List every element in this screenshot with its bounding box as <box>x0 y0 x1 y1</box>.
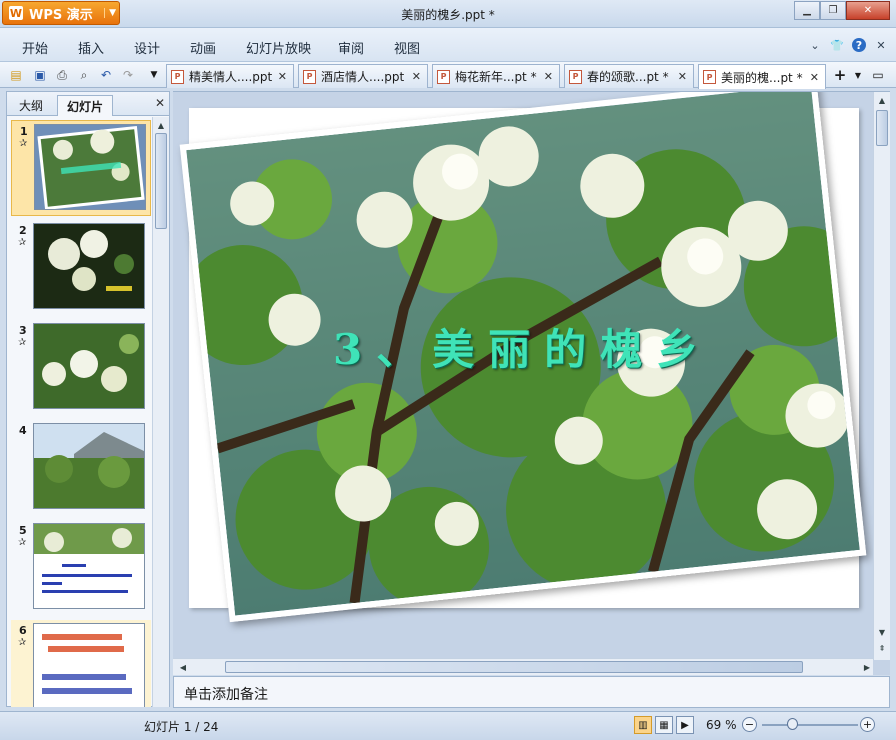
skin-icon[interactable]: 👕 <box>830 38 844 52</box>
scrollbar-thumb[interactable] <box>155 133 167 229</box>
menu-view[interactable]: 视图 <box>394 38 420 57</box>
zoom-slider-handle[interactable] <box>787 718 798 730</box>
slide-thumbnail-5[interactable]: 5 ✰ <box>11 520 151 616</box>
notes-placeholder: 单击添加备注 <box>184 687 268 703</box>
slide-vertical-scrollbar[interactable]: ▲ ▼ ⇞ <box>873 92 890 660</box>
tab-slides[interactable]: 幻灯片 <box>57 95 114 116</box>
thumbnail-list: 1 ✰ 2 ✰ 3 ✰ 4 5 ✰ 6 ✰ <box>7 117 151 707</box>
ppt-file-icon: P <box>171 69 184 84</box>
slideshow-icon[interactable]: ▶ <box>676 716 694 734</box>
scroll-left-icon[interactable]: ◀ <box>175 659 191 675</box>
save-icon[interactable]: ▣ <box>32 67 48 83</box>
thumbnail-image <box>33 523 145 609</box>
slide-photo[interactable]: 3、美丽的槐乡 <box>179 92 867 623</box>
notes-pane[interactable]: 单击添加备注 <box>173 676 890 708</box>
previous-slide-icon[interactable]: ⇞ <box>874 640 890 656</box>
print-preview-icon[interactable]: ⌕ <box>76 67 92 83</box>
slide-thumbnail-1[interactable]: 1 ✰ <box>11 120 151 216</box>
close-icon[interactable]: ✕ <box>155 96 165 110</box>
scroll-up-icon[interactable]: ▲ <box>153 117 169 133</box>
thumbnail-image <box>33 323 145 409</box>
close-icon[interactable]: ✕ <box>810 71 819 84</box>
slide-canvas[interactable]: 3、美丽的槐乡 ▲ ▼ ⇞ ◀ ▶ <box>173 91 890 675</box>
redo-icon[interactable]: ↷ <box>120 67 136 83</box>
slide-thumbnail-3[interactable]: 3 ✰ <box>11 320 151 416</box>
chevron-down-icon[interactable]: ⌄ <box>808 38 822 52</box>
scrollbar-thumb[interactable] <box>876 110 888 146</box>
menu-insert[interactable]: 插入 <box>78 38 104 57</box>
zoom-in-button[interactable]: + <box>860 717 875 732</box>
slide-horizontal-scrollbar[interactable]: ◀ ▶ <box>173 658 873 675</box>
animation-star-icon: ✰ <box>18 537 27 548</box>
normal-view-icon[interactable]: ▥ <box>634 716 652 734</box>
close-doc-icon[interactable]: ✕ <box>874 38 888 52</box>
ppt-file-icon: P <box>703 70 716 84</box>
thumbnail-image <box>33 623 145 707</box>
scroll-right-icon[interactable]: ▶ <box>859 659 875 675</box>
tab-doc-2[interactable]: P 酒店情人....ppt ✕ <box>298 64 428 88</box>
new-tab-icon[interactable]: + <box>832 66 848 84</box>
window-title: 美丽的槐乡.ppt * <box>401 8 495 22</box>
slide-thumbnail-4[interactable]: 4 <box>11 420 151 516</box>
animation-star-icon: ✰ <box>18 637 27 648</box>
maximize-button[interactable]: ❐ <box>820 1 846 20</box>
menu-review[interactable]: 审阅 <box>338 38 364 57</box>
thumbnail-image <box>33 423 145 509</box>
menu-slideshow[interactable]: 幻灯片放映 <box>246 38 311 57</box>
ppt-file-icon: P <box>303 69 316 84</box>
chevron-down-icon[interactable]: ▼ <box>850 67 866 83</box>
minimize-button[interactable]: ▁ <box>794 1 820 20</box>
close-icon[interactable]: ✕ <box>412 70 421 83</box>
thumbnail-image <box>34 124 146 210</box>
ppt-file-icon: P <box>569 69 582 84</box>
thumbnail-scrollbar[interactable]: ▲ <box>152 117 169 707</box>
scroll-up-icon[interactable]: ▲ <box>874 92 890 108</box>
close-icon[interactable]: ✕ <box>278 70 287 83</box>
menu-animation[interactable]: 动画 <box>190 38 216 57</box>
tab-doc-4[interactable]: P 春的颂歌...pt * ✕ <box>564 64 694 88</box>
zoom-level: 69 % <box>706 718 737 732</box>
slide-thumbnail-2[interactable]: 2 ✰ <box>11 220 151 316</box>
close-icon[interactable]: ✕ <box>544 70 553 83</box>
window-layout-icon[interactable]: ▭ <box>870 67 886 83</box>
customize-toolbar-icon[interactable]: ▼ <box>146 67 162 83</box>
tab-doc-1[interactable]: P 精美情人....ppt ✕ <box>166 64 294 88</box>
scrollbar-thumb[interactable] <box>225 661 803 673</box>
zoom-slider-track[interactable] <box>762 724 858 726</box>
ppt-file-icon: P <box>437 69 450 84</box>
thumbnail-image <box>33 223 145 309</box>
undo-icon[interactable]: ↶ <box>98 67 114 83</box>
status-bar: 幻灯片 1 / 24 ▥ ▦ ▶ 69 % − + <box>0 711 896 740</box>
slide-title[interactable]: 3、美丽的槐乡 <box>209 316 837 377</box>
print-icon[interactable]: ⎙ <box>54 67 70 83</box>
quick-toolbar: ▤ ▣ ⎙ ⌕ ↶ ↷ ▼ P 精美情人....ppt ✕ P 酒店情人....… <box>0 62 896 89</box>
close-window-button[interactable]: ✕ <box>846 1 890 20</box>
open-folder-icon[interactable]: ▤ <box>8 67 24 83</box>
slide-panel: 大纲 幻灯片 ✕ 1 ✰ 2 ✰ 3 ✰ 4 5 ✰ 6 ✰ ▲ <box>6 91 170 707</box>
scroll-down-icon[interactable]: ▼ <box>874 624 890 640</box>
animation-star-icon: ✰ <box>19 138 28 149</box>
slide-thumbnail-6[interactable]: 6 ✰ <box>11 620 151 707</box>
title-bar: W WPS 演示 ▼ 美丽的槐乡.ppt * ▁ ❐ ✕ <box>0 0 896 28</box>
slide-indicator: 幻灯片 1 / 24 <box>144 720 219 734</box>
animation-star-icon: ✰ <box>18 337 27 348</box>
slide-sorter-icon[interactable]: ▦ <box>655 716 673 734</box>
tab-doc-3[interactable]: P 梅花新年...pt * ✕ <box>432 64 560 88</box>
tab-doc-5-active[interactable]: P 美丽的槐...pt * ✕ <box>698 64 826 89</box>
zoom-out-button[interactable]: − <box>742 717 757 732</box>
tab-outline[interactable]: 大纲 <box>10 95 52 116</box>
menu-home[interactable]: 开始 <box>22 38 48 57</box>
close-icon[interactable]: ✕ <box>678 70 687 83</box>
help-icon[interactable]: ? <box>852 38 866 52</box>
menu-design[interactable]: 设计 <box>134 38 160 57</box>
animation-star-icon: ✰ <box>18 237 27 248</box>
menu-bar: 开始 插入 设计 动画 幻灯片放映 审阅 视图 ⌄ 👕 ? ✕ <box>0 28 896 62</box>
